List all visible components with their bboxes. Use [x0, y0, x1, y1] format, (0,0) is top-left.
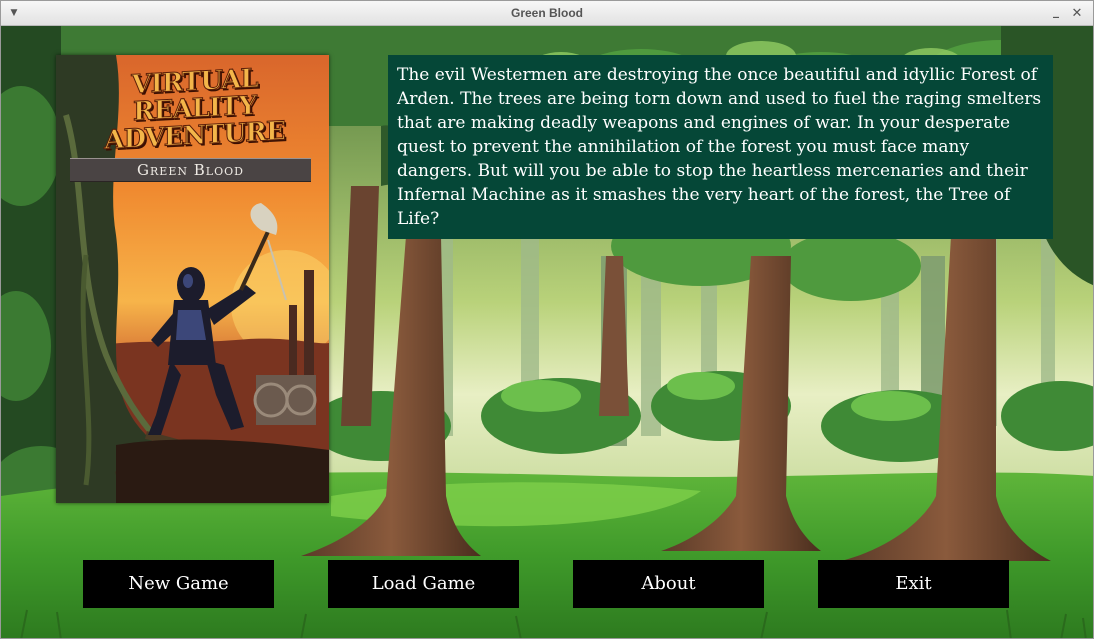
new-game-button[interactable]: New Game: [83, 560, 274, 608]
book-cover: Virtual Reality Adventure Green Blood: [56, 55, 329, 503]
cover-title-band: Green Blood: [70, 158, 311, 182]
exit-button[interactable]: Exit: [818, 560, 1009, 608]
minimize-icon[interactable]: _: [1046, 1, 1066, 24]
cover-title: Green Blood: [137, 161, 244, 179]
load-game-button[interactable]: Load Game: [328, 560, 519, 608]
title-bar[interactable]: ▼ Green Blood _ ✕: [1, 1, 1093, 26]
cover-series-title: Virtual Reality Adventure: [104, 63, 285, 156]
description-text: The evil Westermen are destroying the on…: [397, 65, 1042, 229]
description-panel: The evil Westermen are destroying the on…: [388, 55, 1053, 239]
close-icon[interactable]: ✕: [1067, 1, 1087, 26]
app-window: ▼ Green Blood _ ✕ VIRTUAL REALITY ADVENT…: [0, 0, 1094, 639]
forest-background: Virtual Reality Adventure Green Blood Th…: [1, 26, 1093, 638]
about-button[interactable]: About: [573, 560, 764, 608]
window-title: Green Blood: [510, 6, 583, 20]
